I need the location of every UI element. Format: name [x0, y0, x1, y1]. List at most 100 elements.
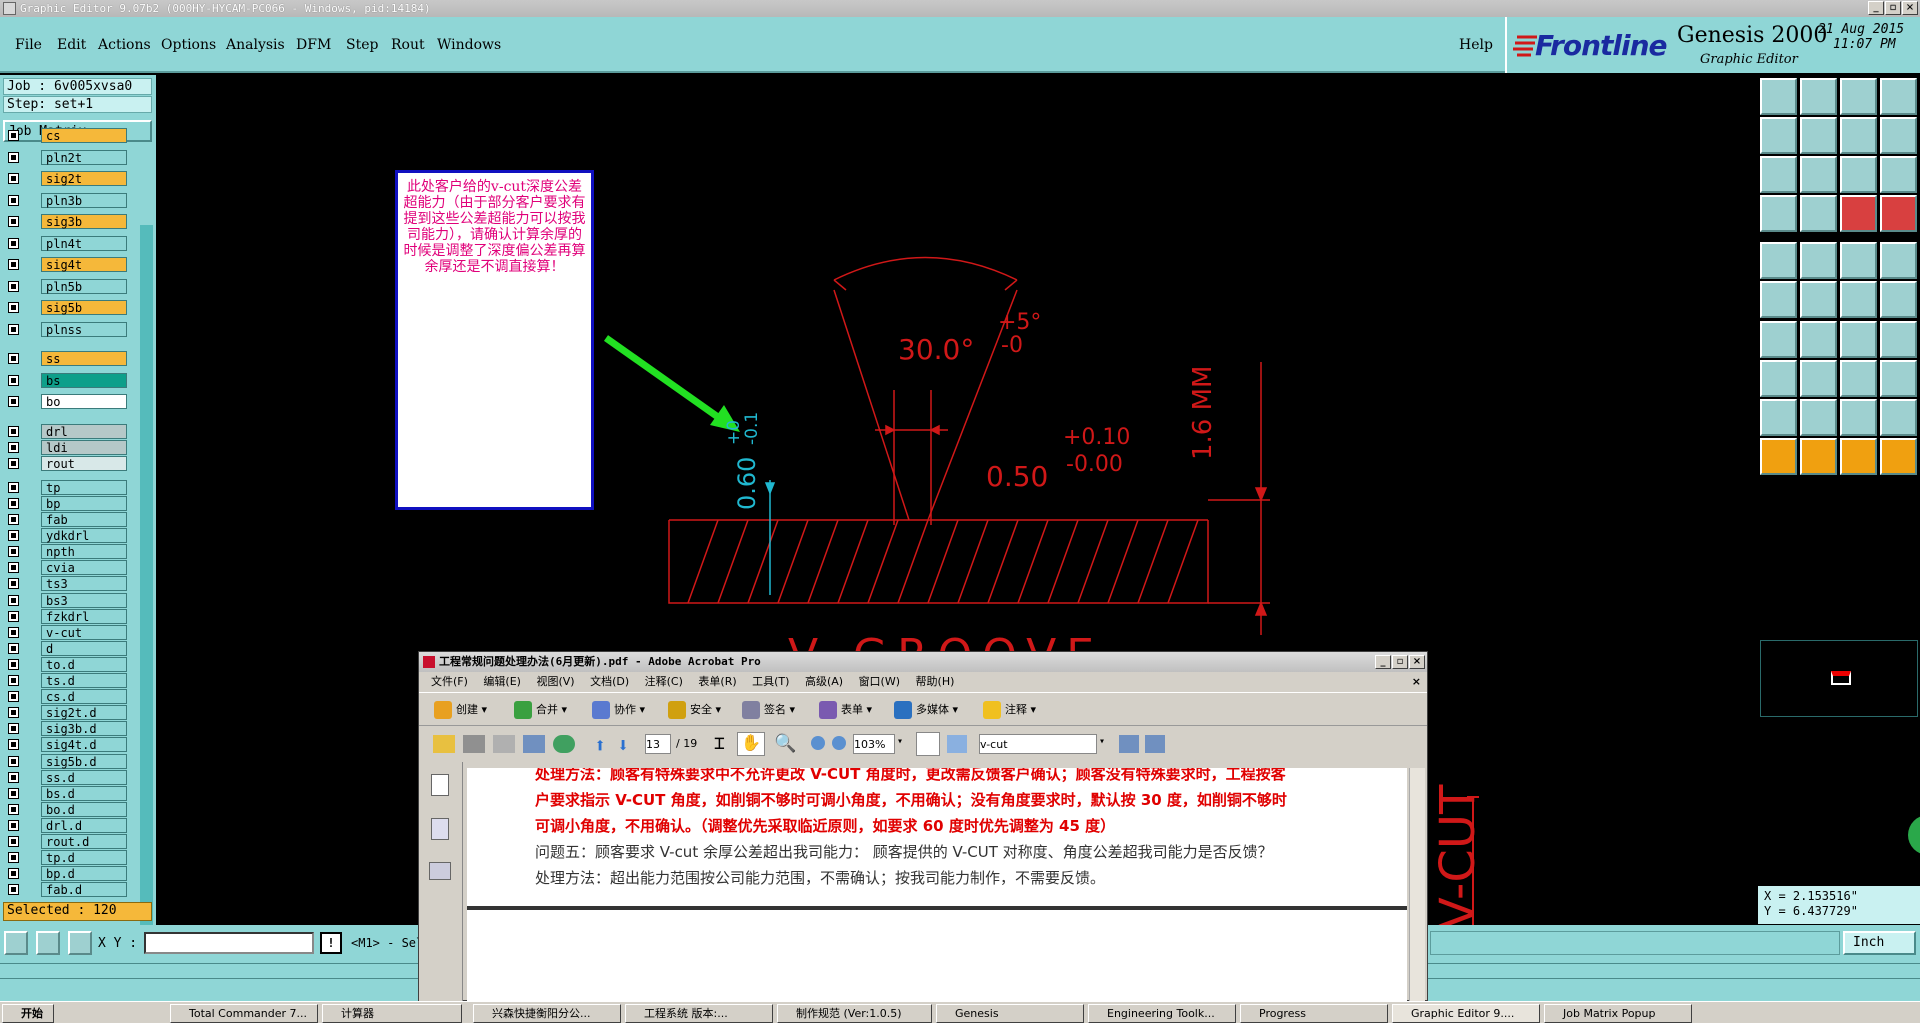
layer-row-to-d[interactable]: to.d	[5, 656, 127, 672]
layer-row-cs[interactable]: cs	[5, 128, 127, 143]
menu-windows[interactable]: Windows	[437, 37, 501, 53]
find-previous-icon[interactable]	[1119, 735, 1139, 753]
layer-checkbox[interactable]	[8, 259, 19, 270]
save-icon[interactable]	[493, 735, 515, 753]
tool-button-20-icon[interactable]	[1880, 242, 1917, 279]
layer-row-pln2t[interactable]: pln2t	[5, 149, 127, 165]
layer-checkbox[interactable]	[8, 173, 19, 184]
tool-button-24-icon[interactable]	[1880, 281, 1917, 318]
menu-edit[interactable]: Edit	[57, 37, 86, 53]
acrobat-menu-window[interactable]: 窗口(W)	[859, 675, 900, 688]
acrobat-menu-comments[interactable]: 注释(C)	[645, 675, 683, 688]
tool-button-27-icon[interactable]	[1840, 321, 1877, 358]
layer-name[interactable]: ss	[41, 351, 127, 366]
xy-input[interactable]	[144, 932, 314, 954]
layer-row-plnss[interactable]: plnss	[5, 321, 127, 337]
layer-name[interactable]: ts.d	[41, 673, 127, 688]
layer-name[interactable]: cvia	[41, 560, 127, 576]
layer-name[interactable]: tp.d	[41, 850, 127, 866]
tool-button-5-icon[interactable]	[1760, 117, 1797, 154]
tool-button-38-icon[interactable]	[1800, 438, 1837, 475]
layer-row-ts-d[interactable]: ts.d	[5, 673, 127, 688]
layer-row-sig2t[interactable]: sig2t	[5, 171, 127, 186]
task-xingsen[interactable]: 兴森快捷衡阳分公...	[473, 1004, 621, 1023]
layer-checkbox[interactable]	[8, 691, 19, 703]
layer-row-npth[interactable]: npth	[5, 544, 127, 560]
layer-checkbox[interactable]	[8, 675, 19, 686]
layer-row-bs-d[interactable]: bs.d	[5, 785, 127, 801]
secure-button[interactable]: 安全 ▾	[668, 699, 721, 721]
email-icon[interactable]	[523, 735, 545, 753]
tool-button-17-icon[interactable]	[1760, 242, 1797, 279]
layer-name[interactable]: bo.d	[41, 801, 127, 817]
layer-row-fab[interactable]: fab	[5, 512, 127, 527]
layer-name[interactable]: pln5b	[41, 278, 127, 294]
menu-options[interactable]: Options	[161, 37, 216, 53]
tool-button-8-icon[interactable]	[1880, 117, 1917, 154]
signatures-panel-icon[interactable]	[429, 862, 451, 880]
layer-checkbox[interactable]	[8, 497, 19, 509]
layer-checkbox[interactable]	[8, 237, 19, 249]
layer-checkbox[interactable]	[8, 302, 19, 313]
layer-row-ss-d[interactable]: ss.d	[5, 769, 127, 785]
layer-row-sig4t-d[interactable]: sig4t.d	[5, 737, 127, 753]
layer-name[interactable]: rout.d	[41, 834, 127, 849]
menu-dfm[interactable]: DFM	[296, 37, 331, 53]
task-spec[interactable]: 制作规范 (Ver:1.0.5)	[777, 1004, 932, 1023]
layer-name[interactable]: sig5b	[41, 300, 127, 315]
create-button[interactable]: 创建 ▾	[434, 699, 487, 721]
print-icon[interactable]	[463, 735, 485, 753]
tool-button-19-icon[interactable]	[1840, 242, 1877, 279]
layer-row-sig5b-d[interactable]: sig5b.d	[5, 753, 127, 769]
layer-checkbox[interactable]	[8, 739, 19, 751]
layer-checkbox[interactable]	[8, 441, 19, 453]
layer-name[interactable]: bs	[41, 372, 127, 388]
layer-name[interactable]: plnss	[41, 321, 127, 337]
search-input[interactable]	[979, 734, 1097, 754]
measure-tool-icon[interactable]	[36, 931, 60, 955]
layer-row-bp[interactable]: bp	[5, 495, 127, 511]
layer-row-sig4t[interactable]: sig4t	[5, 257, 127, 272]
layer-row-rout[interactable]: rout	[5, 455, 127, 471]
bookmarks-panel-icon[interactable]	[431, 818, 449, 840]
task-engineering-toolkit[interactable]: Engineering Toolk...	[1088, 1004, 1236, 1023]
search-dropdown-icon[interactable]: ▾	[1099, 736, 1105, 747]
acrobat-menu-advanced[interactable]: 高级(A)	[805, 675, 843, 688]
layer-checkbox[interactable]	[8, 594, 19, 606]
tool-button-7-icon[interactable]	[1840, 117, 1877, 154]
layer-name[interactable]: tp	[41, 479, 127, 495]
layer-checkbox[interactable]	[8, 425, 19, 437]
zoom-tool-icon[interactable]: 🔍	[774, 733, 796, 754]
layer-name[interactable]: pln4t	[41, 235, 127, 251]
menu-file[interactable]: File	[15, 37, 42, 53]
layer-checkbox[interactable]	[8, 194, 19, 206]
layer-name[interactable]: bs.d	[41, 785, 127, 801]
layer-checkbox[interactable]	[8, 755, 19, 767]
layer-checkbox[interactable]	[8, 610, 19, 622]
layer-checkbox[interactable]	[8, 280, 19, 292]
restore-button[interactable]: ▫	[1885, 1, 1901, 15]
acrobat-close-button[interactable]: ×	[1409, 655, 1425, 669]
layer-name[interactable]: sig3b.d	[41, 721, 127, 737]
layer-checkbox[interactable]	[8, 216, 19, 227]
task-total-commander[interactable]: Total Commander 7...	[170, 1004, 318, 1023]
task-progress[interactable]: Progress	[1240, 1004, 1388, 1023]
layer-row-sig2t-d[interactable]: sig2t.d	[5, 705, 127, 721]
layer-row-pln3b[interactable]: pln3b	[5, 192, 127, 208]
start-button[interactable]: 开始	[2, 1004, 54, 1023]
layer-name[interactable]: bo	[41, 394, 127, 409]
tool-button-16-icon[interactable]	[1880, 195, 1917, 232]
layer-row-cvia[interactable]: cvia	[5, 560, 127, 576]
layer-name[interactable]: fab.d	[41, 882, 127, 898]
layer-name[interactable]: fab	[41, 512, 127, 527]
hand-tool-icon[interactable]: ✋	[737, 732, 765, 756]
zoom-dropdown-icon[interactable]: ▾	[897, 736, 903, 747]
layer-checkbox[interactable]	[8, 658, 19, 670]
layer-checkbox[interactable]	[8, 819, 19, 831]
layer-name[interactable]: ss.d	[41, 769, 127, 785]
layer-checkbox[interactable]	[8, 562, 19, 574]
multimedia-button[interactable]: 多媒体 ▾	[894, 699, 958, 721]
tool-button-31-icon[interactable]	[1840, 360, 1877, 397]
layer-row-tp[interactable]: tp	[5, 479, 127, 495]
layer-checkbox[interactable]	[8, 457, 19, 469]
